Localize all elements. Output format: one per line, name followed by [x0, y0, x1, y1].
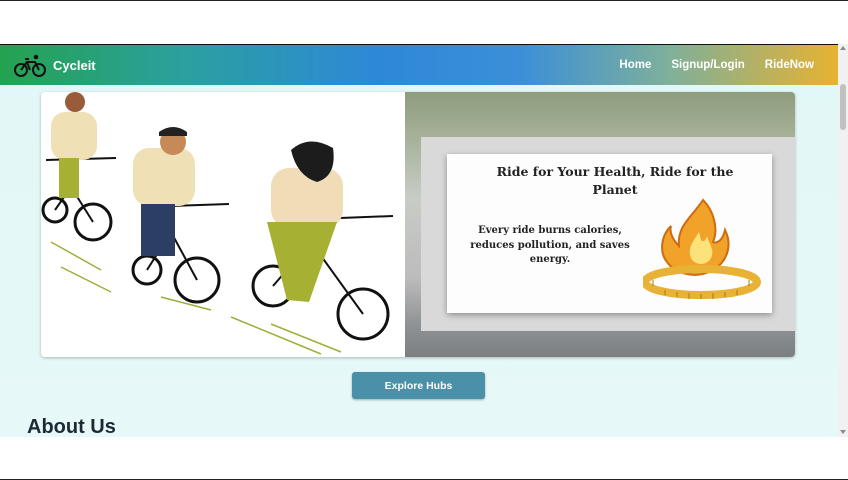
scroll-thumb[interactable]: [840, 84, 846, 130]
flame-icon: [661, 198, 730, 276]
vertical-scrollbar[interactable]: [838, 44, 848, 437]
top-blank-bar: [0, 0, 848, 44]
hero-card-body: Every ride burns calories, reduces pollu…: [470, 225, 630, 265]
hero-card-title: Ride for Your Health, Ride for the Plane…: [496, 164, 734, 197]
explore-hubs-button[interactable]: Explore Hubs: [352, 372, 485, 399]
nav-ridenow-link[interactable]: RideNow: [765, 59, 814, 71]
about-us-heading: About Us: [27, 416, 116, 437]
hero-photo-panel: Ride for Your Health, Ride for the Plane…: [405, 92, 795, 357]
cyclists-image: [41, 92, 394, 355]
bicycle-logo-icon: [14, 54, 46, 77]
nav-links: Home Signup/Login RideNow: [599, 59, 814, 71]
bottom-blank-bar: [0, 437, 848, 480]
scroll-down-arrow-icon[interactable]: [840, 430, 846, 434]
brand-name: Cycleit: [53, 57, 96, 73]
brand[interactable]: Cycleit: [13, 52, 96, 78]
navbar: Cycleit Home Signup/Login RideNow: [0, 44, 838, 85]
nav-home-link[interactable]: Home: [619, 59, 651, 71]
page-viewport: Cycleit Home Signup/Login RideNow Ride f…: [0, 44, 848, 437]
hero-card: Ride for Your Health, Ride for the Plane…: [447, 154, 772, 313]
nav-signup-login-link[interactable]: Signup/Login: [671, 59, 744, 71]
hero-banner: Ride for Your Health, Ride for the Plane…: [41, 92, 795, 357]
scroll-up-arrow-icon[interactable]: [840, 46, 846, 50]
cyclists-illustration: [41, 92, 405, 357]
flame-and-tape-art: [643, 198, 761, 299]
